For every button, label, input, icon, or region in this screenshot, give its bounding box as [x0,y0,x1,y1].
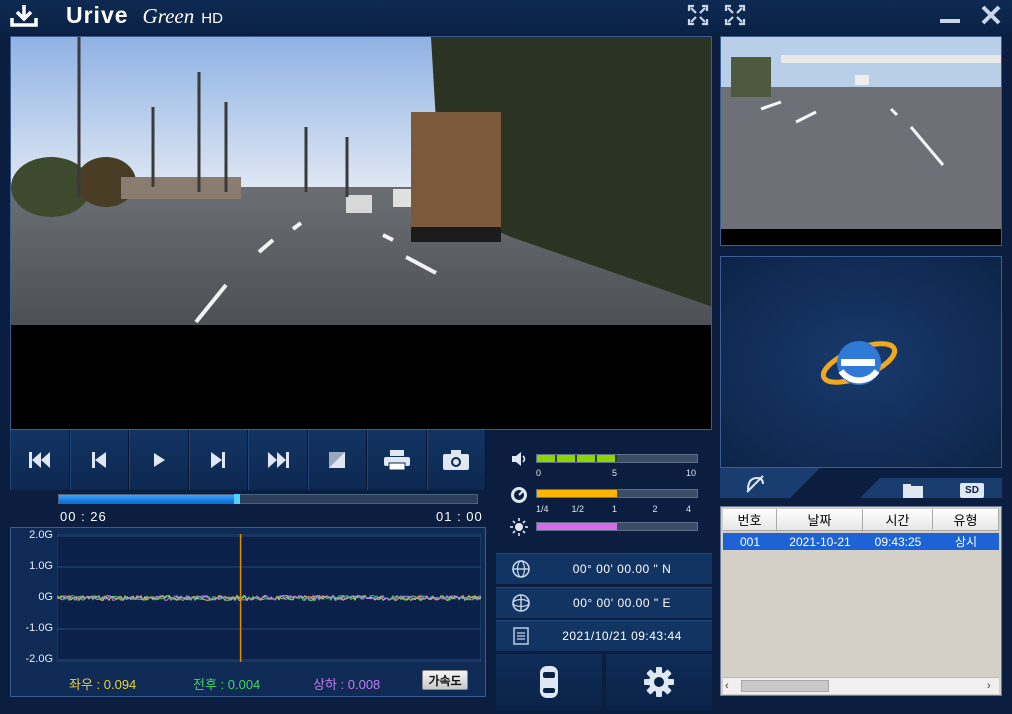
column-header-time[interactable]: 시간 [863,509,933,531]
slider-tick-label: 1/2 [571,504,585,514]
close-icon[interactable] [980,4,1002,26]
cell-date: 2021-10-21 [789,534,851,549]
playback-controls [10,430,486,490]
latitude-value: 00° 00' 00.00 " N [572,562,672,576]
brightness-fill [537,523,617,530]
app-logo: Urive Green HD [66,2,223,32]
gsensor-chart[interactable] [57,534,481,662]
print-button[interactable] [367,430,427,490]
playback-progress-bar[interactable] [58,494,478,504]
cell-time: 09:43:25 [874,534,922,549]
table-row[interactable]: 001 2021-10-21 09:43:25 상시 [723,533,999,550]
car-top-icon [540,666,558,698]
globe-latitude-icon [512,560,530,578]
minimize-icon[interactable] [939,4,961,26]
acceleration-button[interactable]: 가속도 [422,670,468,690]
gear-icon [644,667,674,697]
total-time: 01 : 00 [436,509,483,524]
stop-button[interactable] [307,430,367,490]
column-header-date[interactable]: 날짜 [777,509,863,531]
skip-next-icon [211,452,226,468]
gsensor-y-tick-label: 2.0G [29,529,53,541]
folder-tab[interactable] [902,483,924,499]
volume-fill [537,455,617,462]
camera-icon [443,450,470,470]
cell-number: 001 [739,534,761,549]
volume-icon[interactable] [510,450,528,468]
sd-card-tab[interactable]: SD [960,483,984,498]
download-icon[interactable] [8,2,40,30]
front-camera-frame [11,37,711,429]
map-panel[interactable] [720,256,1002,468]
speed-fill [537,490,617,497]
slider-tick-label: 1/4 [536,504,549,514]
next-file-button[interactable] [188,430,248,490]
play-button[interactable] [129,430,189,490]
scroll-left-icon[interactable]: ‹ [725,680,737,692]
logo-quality: HD [201,10,223,27]
longitude-value: 00° 00' 00.00 " E [573,596,671,610]
scroll-thumb[interactable] [741,680,829,692]
slider-tick-label: 1 [612,504,618,514]
skip-first-icon [28,452,50,468]
play-icon [153,453,165,467]
horizontal-scrollbar[interactable]: ‹ › [723,677,999,694]
globe-longitude-icon [512,594,530,612]
cell-type: 상시 [954,535,978,549]
slider-tick-label: 10 [686,468,697,478]
fullscreen-front-icon[interactable] [687,4,709,26]
document-icon [513,627,529,645]
slider-tick-label: 2 [652,504,658,514]
slider-tick-label: 5 [612,468,618,478]
slider-tick-label: 4 [686,504,692,514]
gps-latitude-row: 00° 00' 00.00 " N [496,553,712,584]
progress-fill [59,495,234,503]
skip-last-icon [267,452,289,468]
file-list-table: 번호 날짜 시간 유형 001 2021-10-21 09:43:25 상시 ‹… [720,506,1002,696]
first-file-button[interactable] [10,430,70,490]
logo-edition: Green [142,4,195,28]
column-header-number[interactable]: 번호 [723,509,777,531]
brightness-slider[interactable] [536,522,698,531]
last-file-button[interactable] [248,430,308,490]
x-axis-value: 좌우 : 0.094 [69,677,137,692]
no-map-icon [746,475,764,493]
snapshot-button[interactable] [426,430,486,490]
speed-icon[interactable] [510,486,528,504]
gsensor-y-tick-label: -1.0G [25,622,53,634]
file-list-tabs: SD [720,468,1002,504]
front-camera-view[interactable] [10,36,712,430]
slider-tick-label: 0 [536,468,542,478]
brightness-icon[interactable] [510,518,528,536]
current-time: 00 : 26 [60,509,107,524]
progress-thumb[interactable] [234,494,240,504]
y-axis-value: 전후 : 0.004 [193,677,261,692]
gsensor-panel: 2.0G 1.0G 0G -1.0G -2.0G 좌우 : 0.094 전후 : 0.0… [10,527,486,697]
scroll-right-icon[interactable]: › [987,680,999,692]
gsensor-y-tick-label: 0G [38,591,53,603]
skip-previous-icon [92,452,107,468]
datetime-value: 2021/10/21 09:43:44 [562,629,682,643]
printer-icon [383,450,410,471]
rear-camera-view[interactable] [720,36,1002,246]
stop-icon [329,452,346,468]
gsensor-y-tick-label: -2.0G [25,653,53,665]
logo-brand: Urive [66,2,129,28]
rear-camera-frame [721,37,1001,245]
settings-button[interactable] [606,654,712,710]
map-hide-tab[interactable] [744,474,766,494]
gps-longitude-row: 00° 00' 00.00 " E [496,587,712,618]
internet-explorer-icon [820,341,898,385]
vehicle-button[interactable] [496,654,602,710]
z-axis-value: 상하 : 0.008 [313,677,381,692]
speed-slider[interactable] [536,489,698,498]
fullscreen-rear-icon[interactable] [724,4,746,26]
previous-file-button[interactable] [69,430,129,490]
gsensor-y-tick-label: 1.0G [29,560,53,572]
folder-icon [903,484,923,498]
column-header-type[interactable]: 유형 [933,509,999,531]
gps-datetime-row: 2021/10/21 09:43:44 [496,620,712,651]
volume-slider[interactable] [536,454,698,463]
